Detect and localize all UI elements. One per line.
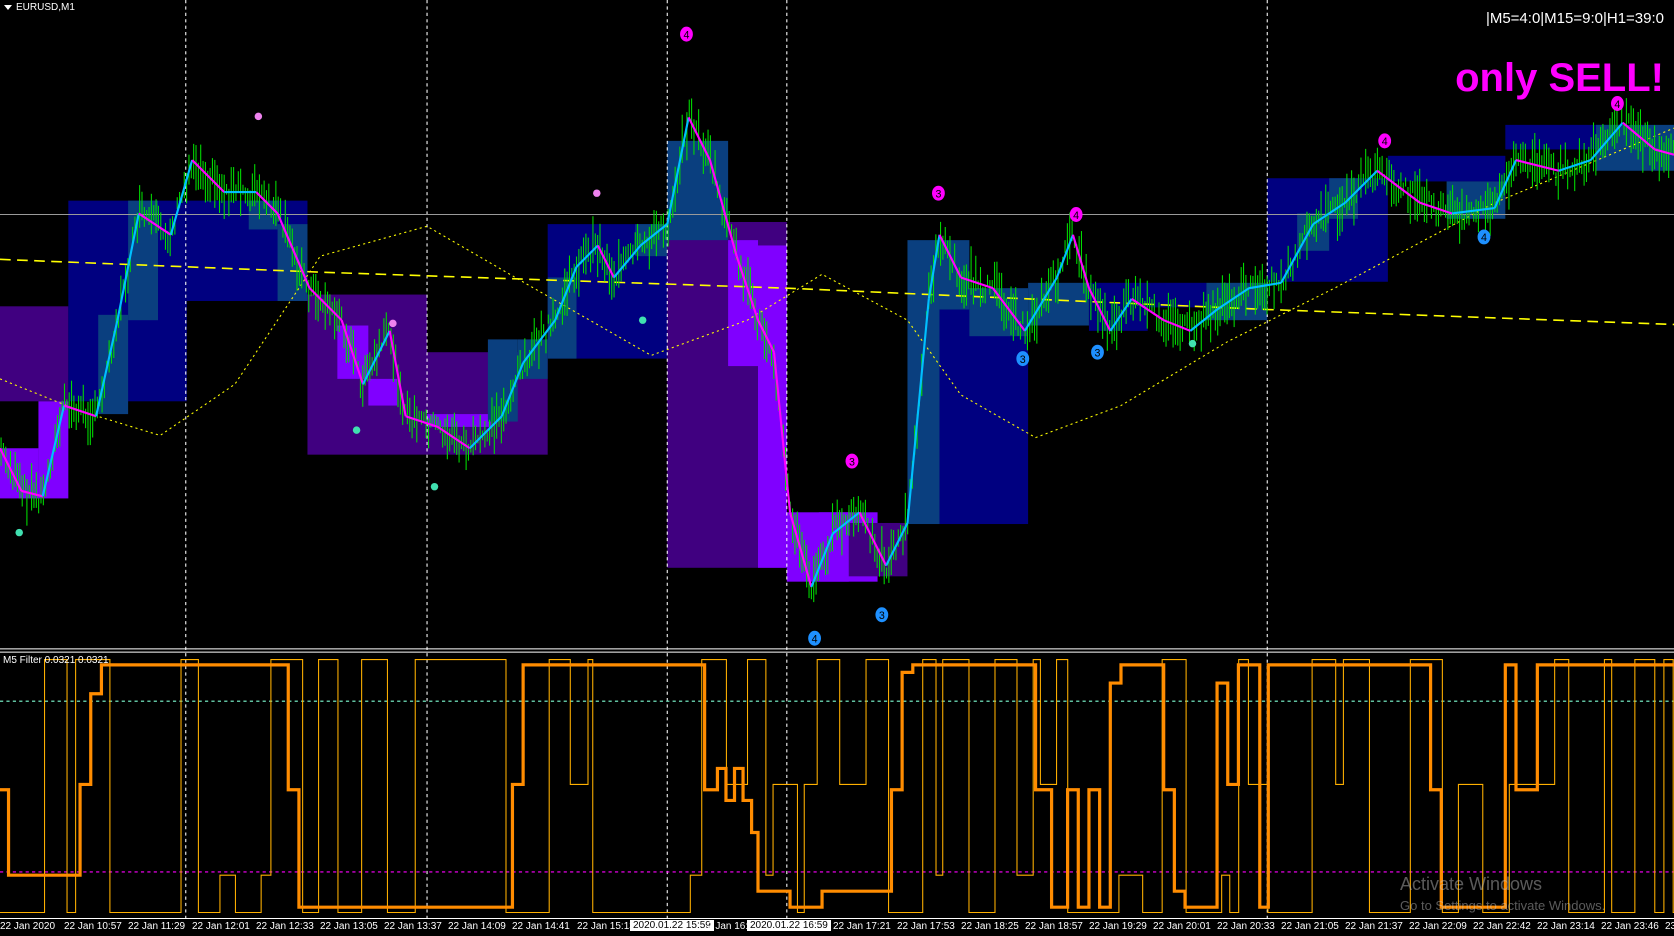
symbol-text: EURUSD,M1 — [16, 2, 75, 13]
zone-box — [728, 240, 758, 367]
time-axis-label: 22 Jan 20:01 — [1153, 921, 1211, 932]
trading-chart-window: 43344443334 EURUSD,M1 |M5=4:0|M15=9:0|H1… — [0, 0, 1674, 936]
time-axis-label: 22 Jan 19:29 — [1089, 921, 1147, 932]
price-chart[interactable]: 43344443334 — [0, 0, 1674, 936]
time-axis-label: 22 Jan 14:09 — [448, 921, 506, 932]
watermark-subtitle: Go to Settings to activate Windows. — [1400, 898, 1606, 913]
zone-box — [1147, 282, 1207, 308]
sell-wave-marker-label: 4 — [1073, 210, 1079, 222]
buy-wave-marker-label: 4 — [1481, 232, 1487, 244]
time-axis-label: 22 Jan 21:05 — [1281, 921, 1339, 932]
dropdown-triangle-icon — [4, 5, 12, 10]
time-axis-label: 22 Jan 22:42 — [1473, 921, 1531, 932]
timeframe-counts: |M5=4:0|M15=9:0|H1=39:0 — [1485, 10, 1664, 27]
zone-box — [427, 414, 492, 427]
symbol-label[interactable]: EURUSD,M1 — [4, 2, 75, 13]
time-axis-label: 22 Jan 12:01 — [192, 921, 250, 932]
swing-high-dot — [254, 112, 263, 121]
swing-low-dot — [430, 482, 439, 491]
buy-wave-marker-label: 3 — [1095, 347, 1101, 359]
swing-low-dot — [15, 528, 23, 537]
time-axis-label: 22 Jan 23:14 — [1537, 921, 1595, 932]
time-axis-label: 22 Jan 11:29 — [128, 921, 186, 932]
time-axis-label: 22 Jan 2020 — [0, 921, 56, 932]
time-axis-label: 22 Jan 13:37 — [384, 921, 442, 932]
time-axis-label: 22 Jan 22:09 — [1409, 921, 1467, 932]
zone-box — [757, 245, 787, 568]
sell-wave-marker-label: 4 — [683, 29, 689, 41]
swing-low-dot — [352, 426, 361, 434]
zone-box — [0, 306, 69, 402]
trend-segment — [1163, 319, 1191, 332]
time-axis-label: 22 Jan 13:05 — [320, 921, 378, 932]
indicator-label: M5 Filter 0.0321 0.0321 — [3, 655, 109, 666]
watermark-title: Activate Windows — [1400, 874, 1543, 894]
time-axis-label: 22 Jan 18:25 — [961, 921, 1019, 932]
time-axis-label: 22 Jan 15:13 — [577, 921, 635, 932]
sell-wave-marker-label: 4 — [1382, 136, 1388, 148]
time-axis-label: 22 Jan 14:41 — [512, 921, 570, 932]
time-axis-label: 22 Jan 23:46 — [1601, 921, 1659, 932]
time-axis-label: 22 Jan 18:57 — [1025, 921, 1083, 932]
zone-box — [368, 378, 398, 406]
sell-wave-marker-label: 3 — [935, 188, 941, 200]
time-axis-label: 22 Jan 10:57 — [64, 921, 122, 932]
time-axis-label: 22 Jan 20:33 — [1217, 921, 1275, 932]
time-axis: 22 Jan 2020 22 Jan 10:57 22 Jan 11:29 22 Ja… — [0, 918, 1674, 936]
swing-low-dot — [638, 316, 647, 324]
time-axis-label: 2020.01.22 15:59 — [630, 920, 714, 931]
signal-text: only SELL! — [1455, 56, 1664, 100]
time-axis-label: 22 Jan 12:33 — [256, 921, 314, 932]
time-axis-label: 22 Jan 17:21 — [833, 921, 891, 932]
swing-high-dot — [389, 319, 397, 328]
zone-box — [939, 309, 1029, 525]
time-axis-label: 23 — [1665, 921, 1674, 932]
swing-high-dot — [593, 189, 601, 197]
time-axis-label: 2 Jan 16: — [707, 921, 749, 932]
zone-box — [98, 314, 129, 415]
buy-wave-marker-label: 3 — [1020, 354, 1026, 366]
time-axis-label: 2020.01.22 16:59 — [747, 920, 831, 931]
time-axis-label: 22 Jan 21:37 — [1345, 921, 1403, 932]
sell-wave-marker-label: 3 — [849, 456, 855, 468]
buy-wave-marker-label: 4 — [812, 634, 818, 646]
time-axis-label: 22 Jan 17:53 — [897, 921, 955, 932]
buy-wave-marker-label: 3 — [879, 610, 885, 622]
swing-low-dot — [1188, 339, 1197, 348]
